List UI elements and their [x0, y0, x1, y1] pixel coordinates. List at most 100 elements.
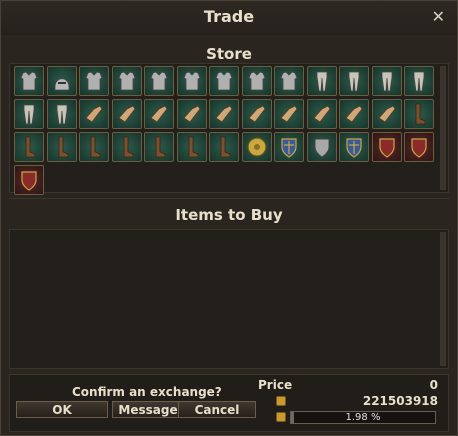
round-shield-icon — [246, 137, 267, 157]
gauntlet-icon — [345, 105, 363, 123]
boots-icon — [415, 103, 426, 125]
close-icon[interactable]: ✕ — [432, 7, 445, 26]
store-item-slot[interactable] — [339, 132, 369, 162]
store-item-slot[interactable] — [371, 66, 402, 96]
store-item-slot[interactable] — [14, 132, 44, 162]
leg-armor-icon — [348, 71, 360, 92]
store-item-slot[interactable] — [111, 66, 142, 96]
plate-armor-icon — [215, 71, 233, 91]
section-divider — [9, 198, 449, 199]
price-label: Price — [258, 378, 293, 392]
store-item-slot[interactable] — [14, 99, 44, 129]
store-item-slot[interactable] — [371, 132, 402, 162]
gauntlet-icon — [247, 105, 265, 123]
store-item-slot[interactable] — [14, 165, 44, 195]
store-item-slot[interactable] — [339, 66, 369, 96]
store-item-slot[interactable] — [274, 99, 304, 129]
kite-shield-icon — [21, 171, 37, 191]
boots-icon — [220, 136, 231, 158]
store-item-slot[interactable] — [79, 132, 109, 162]
blue-shield-icon — [346, 138, 362, 158]
gauntlet-icon — [85, 105, 103, 123]
store-item-slot[interactable] — [209, 132, 239, 162]
store-item-slot[interactable] — [144, 99, 174, 129]
ok-button[interactable]: OK — [16, 401, 108, 418]
ornate-shield-icon — [411, 138, 427, 158]
heater-shield-icon — [314, 138, 329, 158]
gauntlet-icon — [182, 105, 200, 123]
store-item-slot[interactable] — [241, 132, 272, 162]
store-panel — [9, 63, 449, 195]
brown-armor-icon — [20, 71, 38, 91]
buy-panel — [9, 229, 449, 369]
store-item-slot[interactable] — [46, 66, 77, 96]
store-scrollbar-thumb[interactable] — [441, 66, 446, 190]
store-item-slot[interactable] — [241, 99, 272, 129]
buy-scrollbar[interactable] — [440, 232, 446, 366]
cancel-button[interactable]: Cancel — [178, 401, 256, 418]
red-shield-icon — [378, 138, 395, 158]
boots-icon — [155, 136, 166, 158]
boots-icon — [188, 136, 198, 158]
store-scrollbar[interactable] — [440, 66, 446, 190]
store-item-slot[interactable] — [46, 132, 77, 162]
store-item-slot[interactable] — [176, 66, 207, 96]
buy-scrollbar-thumb[interactable] — [441, 232, 446, 366]
store-item-slot[interactable] — [274, 66, 304, 96]
store-item-slot[interactable] — [144, 132, 174, 162]
store-item-slot[interactable] — [111, 99, 142, 129]
store-item-slot[interactable] — [79, 66, 109, 96]
trade-window: Trade ✕ Store Items to Buy Confirm an ex… — [0, 0, 458, 436]
capacity-text: 1.98 % — [345, 412, 381, 423]
store-item-slot[interactable] — [371, 99, 402, 129]
footer-panel: Confirm an exchange? OK Message Cancel P… — [9, 374, 449, 432]
confirm-text: Confirm an exchange? — [72, 385, 222, 399]
steel-helmet-icon — [54, 78, 69, 91]
plate-armor-icon — [182, 71, 201, 91]
plate-armor-icon — [85, 71, 103, 91]
boots-icon — [90, 136, 101, 158]
store-item-slot[interactable] — [339, 99, 369, 129]
gold-armor-icon — [247, 71, 266, 91]
store-item-slot[interactable] — [111, 132, 142, 162]
gauntlet-icon — [312, 105, 330, 123]
store-item-slot[interactable] — [404, 132, 434, 162]
capacity-bar: 1.98 % — [290, 411, 436, 424]
store-item-slot[interactable] — [274, 132, 304, 162]
store-item-slot[interactable] — [306, 66, 337, 96]
leg-armor-icon — [23, 104, 35, 125]
store-item-slot[interactable] — [144, 66, 174, 96]
gold-leg-armor-icon — [56, 104, 67, 125]
gauntlet-icon — [117, 105, 135, 123]
boots-icon — [58, 136, 68, 158]
gold-value: 221503918 — [362, 394, 438, 408]
gauntlet-icon — [215, 105, 233, 123]
blue-shield-icon — [281, 138, 297, 158]
store-item-slot[interactable] — [241, 66, 272, 96]
plate-armor-icon — [117, 71, 136, 91]
white-tunic-icon — [280, 71, 298, 91]
store-item-slot[interactable] — [404, 99, 434, 129]
window-title: Trade — [203, 7, 255, 26]
leg-armor-icon — [381, 71, 392, 92]
store-item-slot[interactable] — [306, 132, 337, 162]
titlebar: Trade ✕ — [1, 1, 457, 35]
gold-icon — [276, 396, 286, 406]
leg-armor-icon — [413, 71, 425, 92]
gauntlet-icon — [280, 105, 298, 123]
store-item-slot[interactable] — [176, 132, 207, 162]
store-item-slot[interactable] — [14, 66, 44, 96]
store-title: Store — [206, 45, 252, 63]
message-button[interactable]: Message — [112, 401, 184, 418]
price-value: 0 — [429, 378, 438, 392]
store-item-slot[interactable] — [209, 66, 239, 96]
store-item-slot[interactable] — [404, 66, 434, 96]
store-item-slot[interactable] — [306, 99, 337, 129]
buy-title: Items to Buy — [175, 206, 283, 224]
store-item-slot[interactable] — [176, 99, 207, 129]
gauntlet-icon — [377, 105, 395, 123]
store-item-slot[interactable] — [79, 99, 109, 129]
store-item-slot[interactable] — [46, 99, 77, 129]
boots-icon — [25, 136, 36, 158]
store-item-slot[interactable] — [209, 99, 239, 129]
